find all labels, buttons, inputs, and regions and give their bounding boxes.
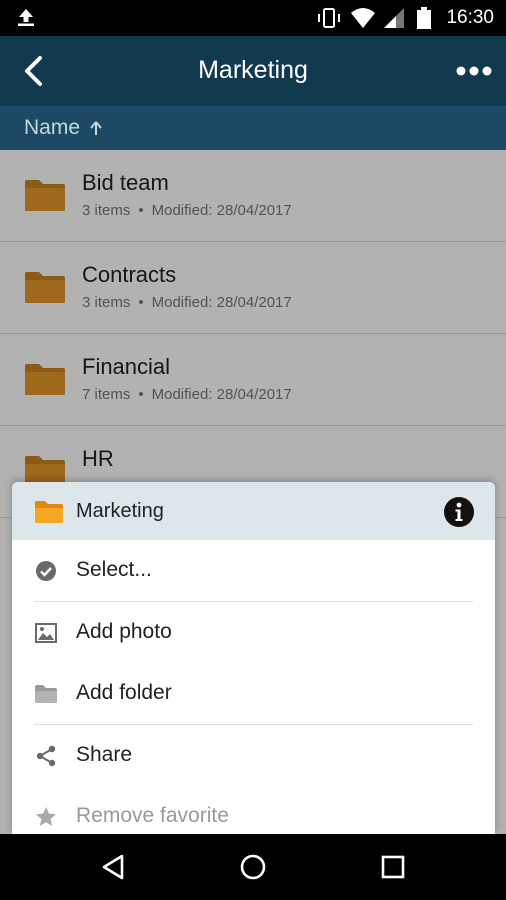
menu-item-label: Add photo (76, 620, 172, 643)
app-bar: Marketing (0, 36, 506, 106)
sheet-header: Marketing (12, 482, 495, 540)
menu-item-share[interactable]: Share (12, 725, 495, 786)
folder-icon (35, 685, 57, 703)
vibrate-icon (318, 8, 340, 28)
menu-item-select[interactable]: Select... (12, 540, 495, 601)
recents-nav-button[interactable] (378, 852, 408, 882)
menu-item-add-photo[interactable]: Add photo (12, 602, 495, 663)
menu-item-label: Add folder (76, 681, 172, 704)
check-circle-icon (36, 561, 56, 581)
sheet-title: Marketing (76, 500, 164, 522)
clock: 16:30 (446, 7, 494, 28)
navigation-bar (0, 834, 506, 900)
status-bar: 16:30 (0, 0, 506, 36)
back-nav-button[interactable] (98, 852, 128, 882)
star-icon (36, 807, 56, 826)
sort-bar[interactable]: Name (0, 106, 506, 150)
battery-icon (417, 7, 431, 29)
menu-item-label: Select... (76, 558, 152, 581)
sort-label[interactable]: Name (24, 116, 80, 140)
image-icon (35, 623, 57, 643)
menu-item-label: Remove favorite (76, 804, 229, 827)
folder-icon (35, 501, 63, 523)
menu-item-label: Share (76, 743, 133, 766)
action-sheet: Marketing Select... Add photo Add folder (12, 482, 495, 834)
upload-icon (18, 9, 34, 26)
menu-item-remove-favorite[interactable]: Remove favorite (12, 786, 495, 834)
arrow-up-icon (90, 121, 102, 135)
signal-icon (384, 8, 404, 28)
more-options-button[interactable] (454, 58, 494, 84)
wifi-icon (351, 8, 375, 28)
home-nav-button[interactable] (238, 852, 268, 882)
info-button[interactable] (443, 496, 475, 528)
share-icon (36, 745, 56, 767)
page-title: Marketing (198, 56, 308, 84)
menu-item-add-folder[interactable]: Add folder (12, 663, 495, 724)
